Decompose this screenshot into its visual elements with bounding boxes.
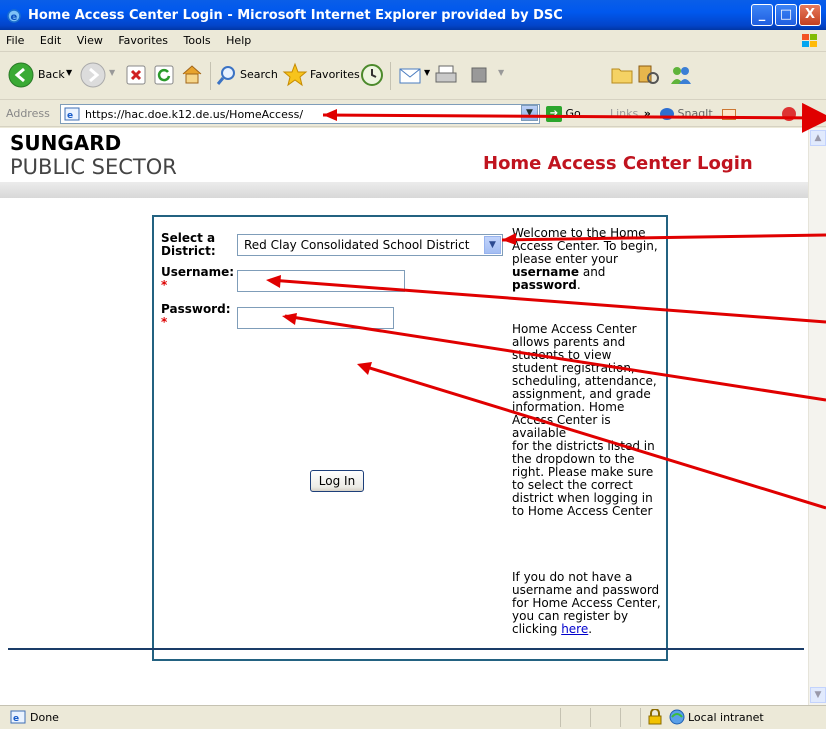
snagit-window-icon	[722, 108, 737, 120]
svg-text:e: e	[67, 111, 73, 121]
address-input[interactable]: e https://hac.doe.k12.de.us/HomeAccess/	[60, 104, 540, 124]
stop-icon[interactable]	[126, 65, 146, 85]
password-input[interactable]	[237, 307, 394, 329]
welcome-text: Welcome to the Home Access Center. To be…	[512, 226, 658, 292]
window-title: Home Access Center Login - Microsoft Int…	[28, 8, 563, 23]
district-label: Select a District:	[161, 231, 216, 258]
forward-dropdown-icon[interactable]: ▼	[109, 68, 115, 96]
search-label[interactable]: Search	[240, 68, 278, 96]
status-divider	[560, 708, 561, 727]
refresh-icon[interactable]	[154, 65, 174, 85]
footer-divider	[8, 648, 804, 650]
toolbar-separator	[390, 62, 391, 90]
chevron-down-icon[interactable]: ▼	[484, 236, 501, 254]
address-bar: Address e https://hac.doe.k12.de.us/Home…	[0, 101, 826, 127]
menu-edit[interactable]: Edit	[34, 30, 67, 47]
snagit-extra-icon[interactable]	[782, 107, 796, 121]
favorites-label[interactable]: Favorites	[310, 68, 360, 96]
username-required-mark: *	[161, 278, 168, 292]
register-text: If you do not have a username and passwo…	[512, 570, 661, 636]
edit-icon[interactable]	[470, 65, 490, 85]
windows-logo-icon	[802, 34, 817, 47]
register-link[interactable]: here	[561, 622, 588, 636]
district-select[interactable]: Red Clay Consolidated School District ▼	[237, 234, 503, 256]
go-arrow-icon: ➔	[546, 106, 562, 122]
zone-label: Local intranet	[688, 711, 764, 724]
ie-logo-icon: e	[7, 9, 21, 23]
back-icon[interactable]	[8, 62, 34, 88]
sungard-logo: SUNGARD	[10, 131, 122, 155]
back-dropdown-icon[interactable]: ▼	[66, 68, 72, 96]
close-button[interactable]: X	[799, 4, 821, 26]
menu-favorites[interactable]: Favorites	[112, 30, 174, 47]
page-icon: e	[64, 107, 80, 121]
header-band	[0, 182, 808, 198]
menu-tools[interactable]: Tools	[178, 30, 217, 47]
svg-text:e: e	[11, 12, 18, 23]
status-bar: e Done Local intranet	[0, 705, 826, 729]
username-label: Username:	[161, 265, 235, 279]
password-label: Password:	[161, 302, 231, 316]
forward-icon[interactable]	[80, 62, 106, 88]
links-button[interactable]: Links »	[610, 107, 651, 120]
window-title-bar[interactable]: e Home Access Center Login - Microsoft I…	[0, 0, 826, 30]
menu-bar: File Edit View Favorites Tools Help	[0, 30, 826, 52]
favorites-icon[interactable]	[282, 62, 308, 88]
status-divider	[590, 708, 591, 727]
lock-icon	[648, 709, 662, 725]
links-label: Links	[610, 107, 639, 120]
description-text: Home Access Center allows parents and st…	[512, 322, 657, 518]
snagit-icon	[660, 108, 674, 120]
page-content: SUNGARD PUBLIC SECTOR Home Access Center…	[0, 128, 808, 705]
minimize-button[interactable]: _	[751, 4, 773, 26]
back-label[interactable]: Back	[38, 68, 65, 96]
status-divider	[640, 708, 641, 727]
address-url: https://hac.doe.k12.de.us/HomeAccess/	[85, 108, 304, 121]
page-title: Home Access Center Login	[483, 153, 753, 174]
menu-help[interactable]: Help	[220, 30, 257, 47]
svg-text:e: e	[13, 714, 19, 724]
login-button[interactable]: Log In	[310, 470, 364, 492]
go-button[interactable]: ➔ Go	[546, 106, 581, 122]
login-panel: Select a District: Red Clay Consolidated…	[152, 215, 668, 661]
maximize-button[interactable]: □	[775, 4, 797, 26]
menu-view[interactable]: View	[71, 30, 109, 47]
folder-icon[interactable]	[610, 64, 634, 86]
vertical-scrollbar[interactable]: ▲ ▼	[808, 128, 826, 705]
password-required-mark: *	[161, 315, 168, 329]
address-dropdown-icon[interactable]: ▼	[521, 105, 538, 121]
intranet-zone-icon	[669, 709, 685, 725]
username-input[interactable]	[237, 270, 405, 292]
chevron-right-icon: »	[643, 107, 651, 120]
search-icon[interactable]	[216, 64, 238, 86]
go-label: Go	[565, 107, 581, 120]
public-sector-logo: PUBLIC SECTOR	[10, 155, 177, 179]
district-select-value: Red Clay Consolidated School District	[244, 238, 470, 252]
history-icon[interactable]	[360, 63, 384, 87]
research-icon[interactable]	[636, 62, 662, 88]
status-text: Done	[30, 711, 59, 724]
snagit-label: SnagIt	[677, 107, 713, 120]
toolbar: Back ▼ ▼ Search Favorites ▼ ▼	[0, 52, 826, 100]
address-label: Address	[6, 107, 50, 120]
scroll-up-icon[interactable]: ▲	[810, 130, 826, 146]
scroll-down-icon[interactable]: ▼	[810, 687, 826, 703]
page-done-icon: e	[10, 710, 26, 724]
home-icon[interactable]	[180, 62, 204, 86]
status-divider	[620, 708, 621, 727]
toolbar-separator	[210, 62, 211, 90]
edit-dropdown-icon[interactable]: ▼	[498, 68, 504, 96]
print-icon[interactable]	[434, 64, 458, 86]
messenger-icon[interactable]	[668, 62, 694, 88]
menu-file[interactable]: File	[0, 30, 30, 47]
mail-dropdown-icon[interactable]: ▼	[424, 68, 430, 96]
mail-icon[interactable]	[398, 63, 424, 87]
snagit-button[interactable]: SnagIt	[660, 107, 737, 120]
